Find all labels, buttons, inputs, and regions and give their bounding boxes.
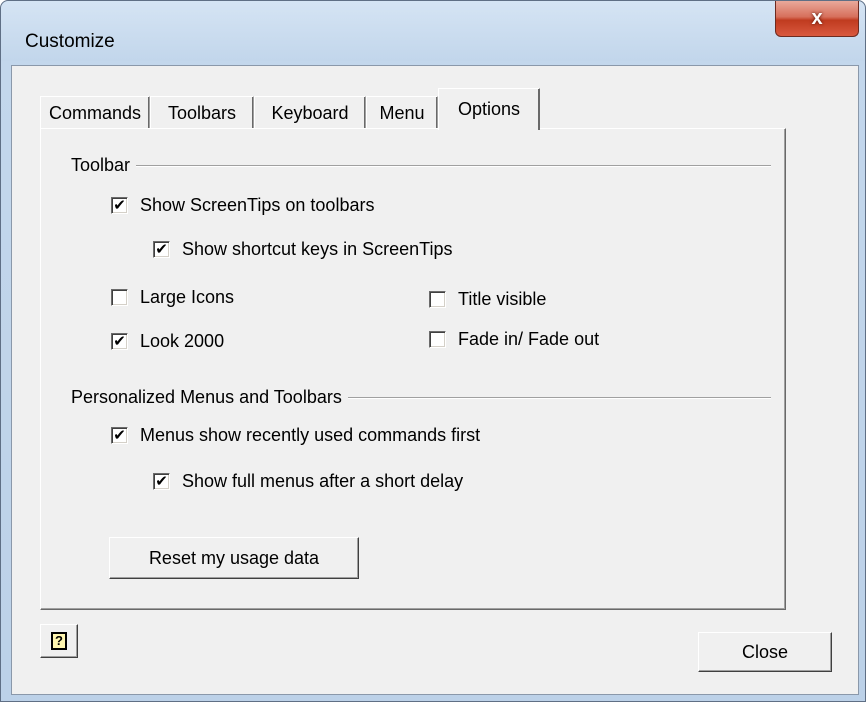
checkbox-box: ✔ [111, 197, 128, 214]
checkbox-box: ✔ [153, 241, 170, 258]
checkbox-label: Look 2000 [140, 331, 225, 351]
window-title: Customize [25, 31, 115, 52]
toolbar-group-label: Toolbar [71, 155, 137, 176]
options-tab-panel: Toolbar ✔ Show ScreenTips on toolbars ✔ … [40, 128, 786, 610]
tab-label: Commands [48, 102, 142, 123]
checkbox-label: Show full menus after a short delay [182, 471, 464, 491]
show-shortcut-keys-checkbox[interactable]: ✔ Show shortcut keys in ScreenTips [153, 239, 452, 260]
help-button[interactable]: ? [40, 624, 78, 658]
toolbar-group-divider [71, 165, 771, 167]
tab-keyboard[interactable]: Keyboard [254, 96, 366, 129]
personalized-group-label: Personalized Menus and Toolbars [71, 387, 348, 408]
checkbox-box: ✔ [111, 427, 128, 444]
checkbox-label: Title visible [458, 289, 547, 309]
customize-dialog: Customize x Commands Toolbars Keyboard M… [0, 0, 866, 702]
checkbox-label: Show ScreenTips on toolbars [140, 195, 375, 215]
full-menus-delay-checkbox[interactable]: ✔ Show full menus after a short delay [153, 471, 463, 492]
large-icons-checkbox[interactable]: Large Icons [111, 287, 234, 308]
check-icon: ✔ [113, 197, 126, 214]
checkbox-box [429, 291, 446, 308]
checkbox-label: Fade in/ Fade out [458, 329, 600, 349]
check-icon: ✔ [113, 333, 126, 350]
checkbox-box [429, 331, 446, 348]
title-visible-checkbox[interactable]: Title visible [429, 289, 546, 310]
recent-commands-first-checkbox[interactable]: ✔ Menus show recently used commands firs… [111, 425, 480, 446]
title-bar[interactable]: Customize x [1, 1, 865, 61]
check-icon: ✔ [113, 427, 126, 444]
checkbox-label: Large Icons [140, 287, 235, 307]
close-button[interactable]: Close [698, 632, 832, 672]
checkbox-box: ✔ [153, 473, 170, 490]
tab-commands[interactable]: Commands [40, 96, 150, 129]
checkbox-label: Show shortcut keys in ScreenTips [182, 239, 453, 259]
checkbox-box: ✔ [111, 333, 128, 350]
tab-label: Keyboard [271, 102, 349, 123]
check-icon: ✔ [155, 473, 168, 490]
tab-options[interactable]: Options [438, 88, 540, 130]
show-screentips-checkbox[interactable]: ✔ Show ScreenTips on toolbars [111, 195, 374, 216]
tab-label: Menu [379, 102, 425, 123]
dialog-client-area: Commands Toolbars Keyboard Menu Options … [11, 65, 859, 695]
checkbox-box [111, 289, 128, 306]
tab-label: Toolbars [167, 102, 237, 123]
tab-label: Options [457, 99, 521, 119]
tab-toolbars[interactable]: Toolbars [150, 96, 254, 129]
close-icon: x [811, 7, 823, 29]
look-2000-checkbox[interactable]: ✔ Look 2000 [111, 331, 224, 352]
help-icon: ? [51, 632, 67, 650]
tab-menu[interactable]: Menu [366, 96, 438, 129]
fade-checkbox[interactable]: Fade in/ Fade out [429, 329, 599, 350]
window-close-button[interactable]: x [775, 1, 859, 37]
checkbox-label: Menus show recently used commands first [140, 425, 481, 445]
reset-usage-data-button[interactable]: Reset my usage data [109, 537, 359, 579]
check-icon: ✔ [155, 241, 168, 258]
